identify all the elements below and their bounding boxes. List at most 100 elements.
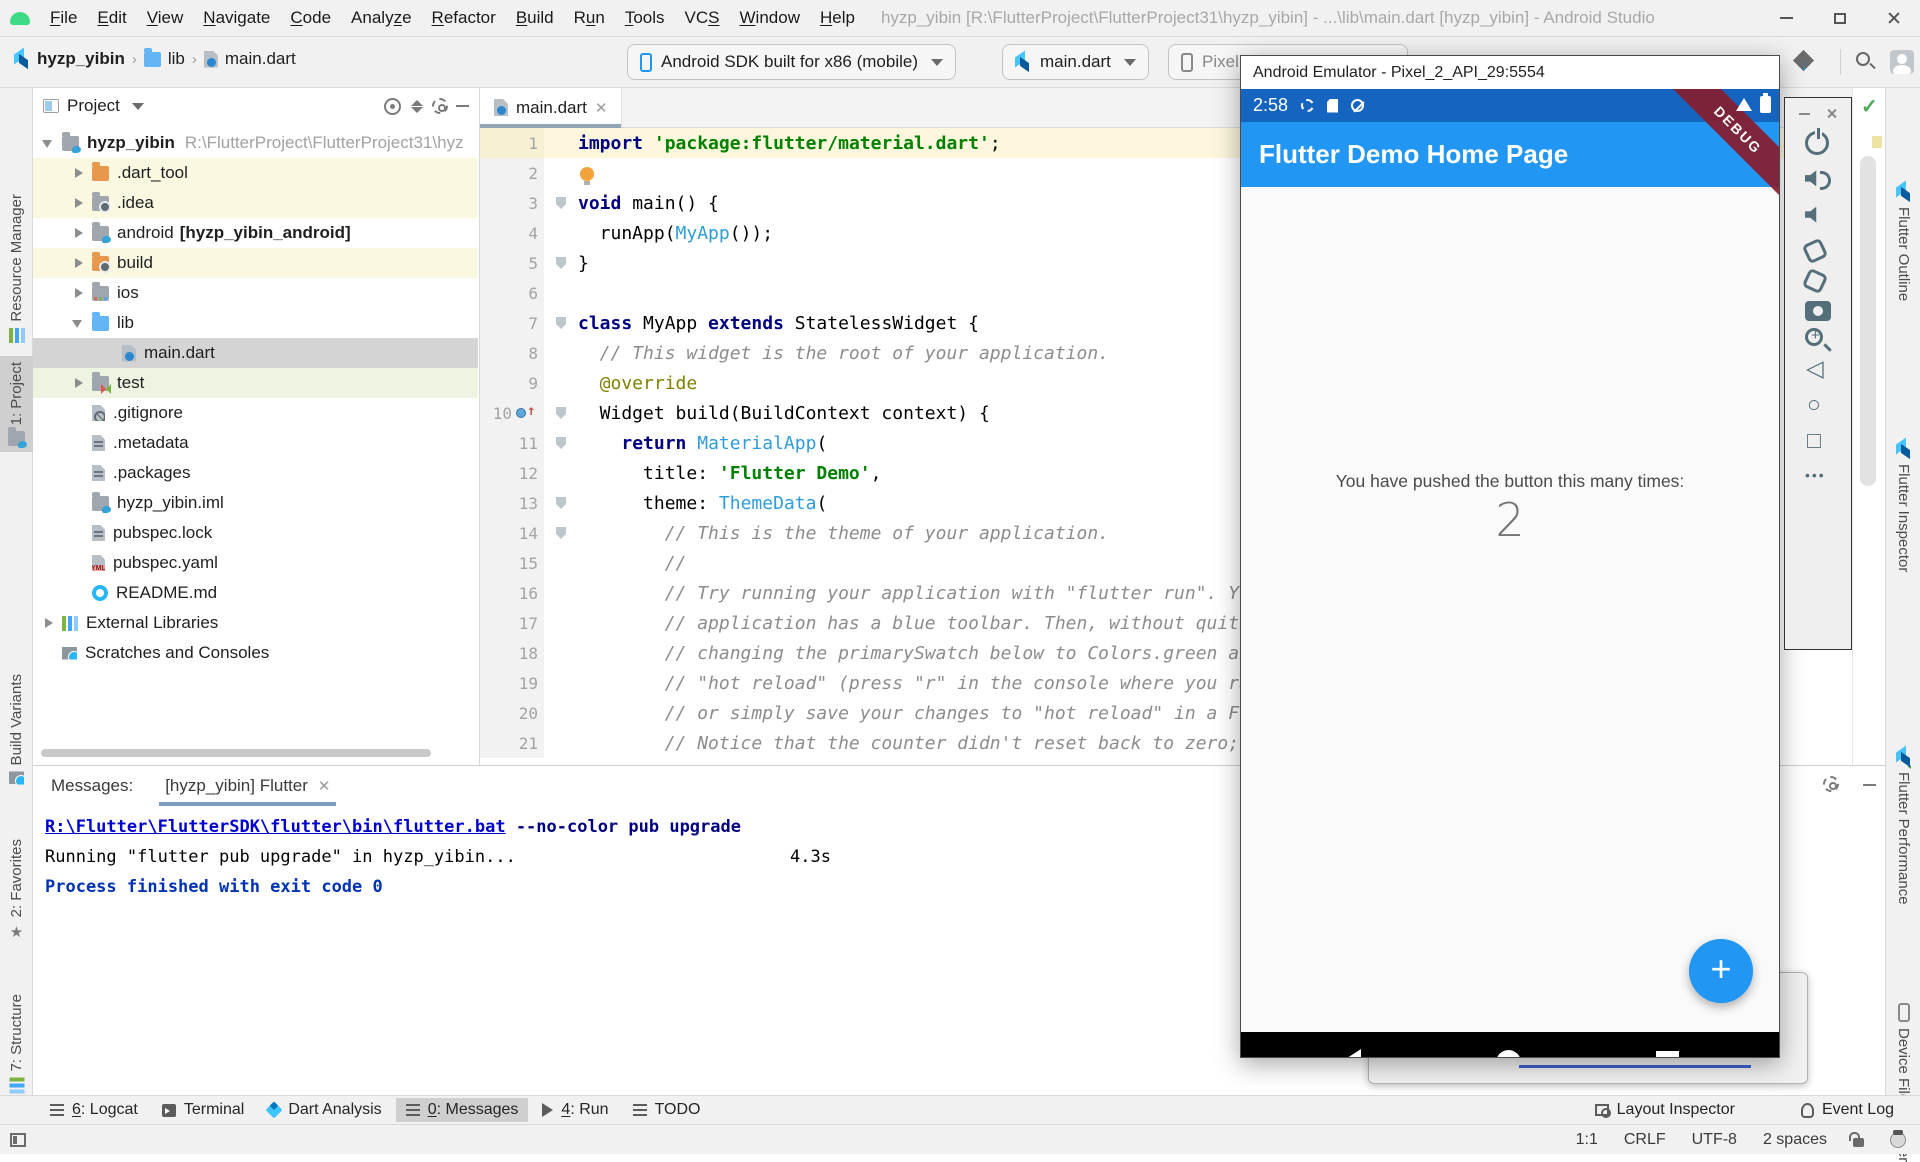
menu-view[interactable]: View	[137, 8, 194, 27]
window-minimize-button[interactable]	[1760, 0, 1812, 36]
tree-item-ios[interactable]: ios	[33, 278, 478, 308]
toolwindow-toggle-icon[interactable]	[10, 1133, 26, 1147]
menu-refactor[interactable]: Refactor	[422, 8, 506, 27]
breadcrumb-lib[interactable]: lib	[168, 49, 185, 69]
toolwindow-layout-inspector[interactable]: Layout Inspector	[1585, 1098, 1745, 1122]
fab-increment-button[interactable]: +	[1689, 939, 1753, 1003]
toolwindow-event-log[interactable]: Event Log	[1791, 1098, 1904, 1122]
tree-item-android[interactable]: android[hyzp_yibin_android]	[33, 218, 478, 248]
emulator-title-bar[interactable]: Android Emulator - Pixel_2_API_29:5554	[1241, 56, 1779, 89]
left-strip-2-favorites[interactable]: 2: Favorites★	[0, 833, 33, 947]
tree-item-hyzp-yibin-iml[interactable]: hyzp_yibin.iml	[33, 488, 478, 518]
vertical-scrollbar[interactable]	[1860, 156, 1876, 486]
search-icon[interactable]	[1856, 52, 1870, 66]
menu-file[interactable]: File	[40, 8, 87, 27]
tree-item-readme-md[interactable]: README.md	[33, 578, 478, 608]
fold-marker-icon[interactable]	[556, 317, 566, 329]
menu-build[interactable]: Build	[506, 8, 564, 27]
toolwindow-4-run[interactable]: 4: Run	[532, 1098, 618, 1122]
menu-analyze[interactable]: Analyze	[341, 8, 422, 27]
emulator-overview-button[interactable]	[1805, 429, 1831, 455]
inspection-ok-icon[interactable]: ✓	[1861, 94, 1878, 119]
tree-item-pubspec-lock[interactable]: pubspec.lock	[33, 518, 478, 548]
tree-item-external-libraries[interactable]: External Libraries	[33, 608, 478, 638]
run-config-selector[interactable]: main.dart	[1002, 44, 1149, 80]
toolwindow-0-messages[interactable]: 0: Messages	[396, 1098, 529, 1122]
toolwindow-6-logcat[interactable]: 6: Logcat	[40, 1098, 148, 1122]
tree-item-idea[interactable]: .idea	[33, 188, 478, 218]
emulator-rotate-left-button[interactable]	[1802, 237, 1829, 264]
tree-right-arrow-icon[interactable]	[71, 196, 86, 211]
menu-window[interactable]: Window	[730, 8, 810, 27]
line-endings[interactable]: CRLF	[1624, 1131, 1666, 1149]
window-close-button[interactable]	[1868, 0, 1920, 36]
profile-avatar[interactable]	[1890, 50, 1914, 74]
editor-tab-main-dart[interactable]: main.dart ✕	[480, 88, 622, 127]
fold-marker-icon[interactable]	[556, 527, 566, 539]
menu-tools[interactable]: Tools	[615, 8, 675, 27]
hide-panel-icon[interactable]	[456, 105, 469, 107]
gear-icon[interactable]	[432, 98, 448, 114]
tree-right-arrow-icon[interactable]	[71, 376, 86, 391]
left-strip-resource-manager[interactable]: Resource Manager	[0, 188, 33, 349]
emulator-home-button[interactable]	[1805, 393, 1831, 419]
right-strip-flutter-outline[interactable]: Flutter Outline	[1886, 183, 1920, 301]
tree-right-arrow-icon[interactable]	[41, 616, 56, 631]
emulator-back-button[interactable]	[1805, 357, 1831, 383]
fold-marker-icon[interactable]	[556, 497, 566, 509]
tree-right-arrow-icon[interactable]	[71, 166, 86, 181]
tree-item-gitignore[interactable]: .gitignore	[33, 398, 478, 428]
fold-marker-icon[interactable]	[556, 197, 566, 209]
left-strip-7-structure[interactable]: 7: Structure	[0, 988, 33, 1099]
breadcrumb-file[interactable]: main.dart	[225, 49, 296, 69]
tree-item-lib[interactable]: lib	[33, 308, 478, 338]
tree-item-dart-tool[interactable]: .dart_tool	[33, 158, 478, 188]
device-selector[interactable]: Android SDK built for x86 (mobile)	[627, 44, 956, 80]
tree-right-arrow-icon[interactable]	[71, 226, 86, 241]
tab-close-icon[interactable]: ✕	[318, 777, 331, 795]
window-maximize-button[interactable]	[1814, 0, 1866, 36]
nav-overview-button[interactable]	[1656, 1051, 1679, 1058]
caret-position[interactable]: 1:1	[1576, 1131, 1598, 1149]
right-strip-flutter-performance[interactable]: Flutter Performance	[1886, 748, 1920, 905]
nav-home-button[interactable]	[1496, 1050, 1521, 1058]
breadcrumb-project[interactable]: hyzp_yibin	[37, 49, 125, 69]
emulator-minimize-button[interactable]	[1799, 113, 1810, 115]
toolwindow-dart-analysis[interactable]: Dart Analysis	[258, 1098, 391, 1122]
locate-file-icon[interactable]	[384, 98, 401, 115]
toolwindow-terminal[interactable]: Terminal	[152, 1098, 254, 1122]
tree-right-arrow-icon[interactable]	[71, 286, 86, 301]
emulator-screenshot-button[interactable]	[1805, 301, 1831, 321]
collapse-all-icon[interactable]	[409, 99, 424, 114]
sdk-manager-icon[interactable]	[1793, 50, 1814, 71]
chevron-down-icon[interactable]	[132, 103, 144, 110]
tree-item-scratches-and-consoles[interactable]: Scratches and Consoles	[33, 638, 478, 668]
menu-run[interactable]: Run	[564, 8, 615, 27]
right-strip-flutter-inspector[interactable]: Flutter Inspector	[1886, 440, 1920, 572]
left-strip-build-variants[interactable]: Build Variants	[0, 668, 33, 790]
tree-item-pubspec-yaml[interactable]: pubspec.yaml	[33, 548, 478, 578]
emulator-more-button[interactable]	[1805, 465, 1831, 491]
emulator-close-button[interactable]	[1826, 108, 1837, 119]
indent-setting[interactable]: 2 spaces	[1763, 1131, 1827, 1149]
tree-item-metadata[interactable]: .metadata	[33, 428, 478, 458]
emulator-screen[interactable]: 2:58 DEBUG Flutter Demo Home Page You ha…	[1241, 89, 1779, 1057]
fold-marker-icon[interactable]	[556, 407, 566, 419]
tree-right-arrow-icon[interactable]	[71, 256, 86, 271]
tree-item-packages[interactable]: .packages	[33, 458, 478, 488]
toolwindow-todo[interactable]: TODO	[623, 1098, 711, 1122]
lock-icon[interactable]	[1853, 1138, 1864, 1147]
project-panel-title[interactable]: Project	[67, 96, 120, 116]
menu-navigate[interactable]: Navigate	[193, 8, 280, 27]
horizontal-scrollbar[interactable]	[41, 749, 431, 757]
tree-down-arrow-icon[interactable]	[71, 316, 86, 331]
menu-vcs[interactable]: VCS	[675, 8, 730, 27]
fold-marker-icon[interactable]	[556, 257, 566, 269]
emulator-zoom-button[interactable]	[1805, 328, 1823, 346]
console-link[interactable]: R:\Flutter\FlutterSDK\flutter\bin\flutte…	[45, 817, 506, 837]
android-emulator-window[interactable]: Android Emulator - Pixel_2_API_29:5554 2…	[1240, 55, 1780, 1058]
tree-item-test[interactable]: test	[33, 368, 478, 398]
emulator-volume-up-button[interactable]	[1805, 165, 1831, 191]
messages-hide[interactable]	[1863, 784, 1876, 786]
menu-help[interactable]: Help	[810, 8, 865, 27]
